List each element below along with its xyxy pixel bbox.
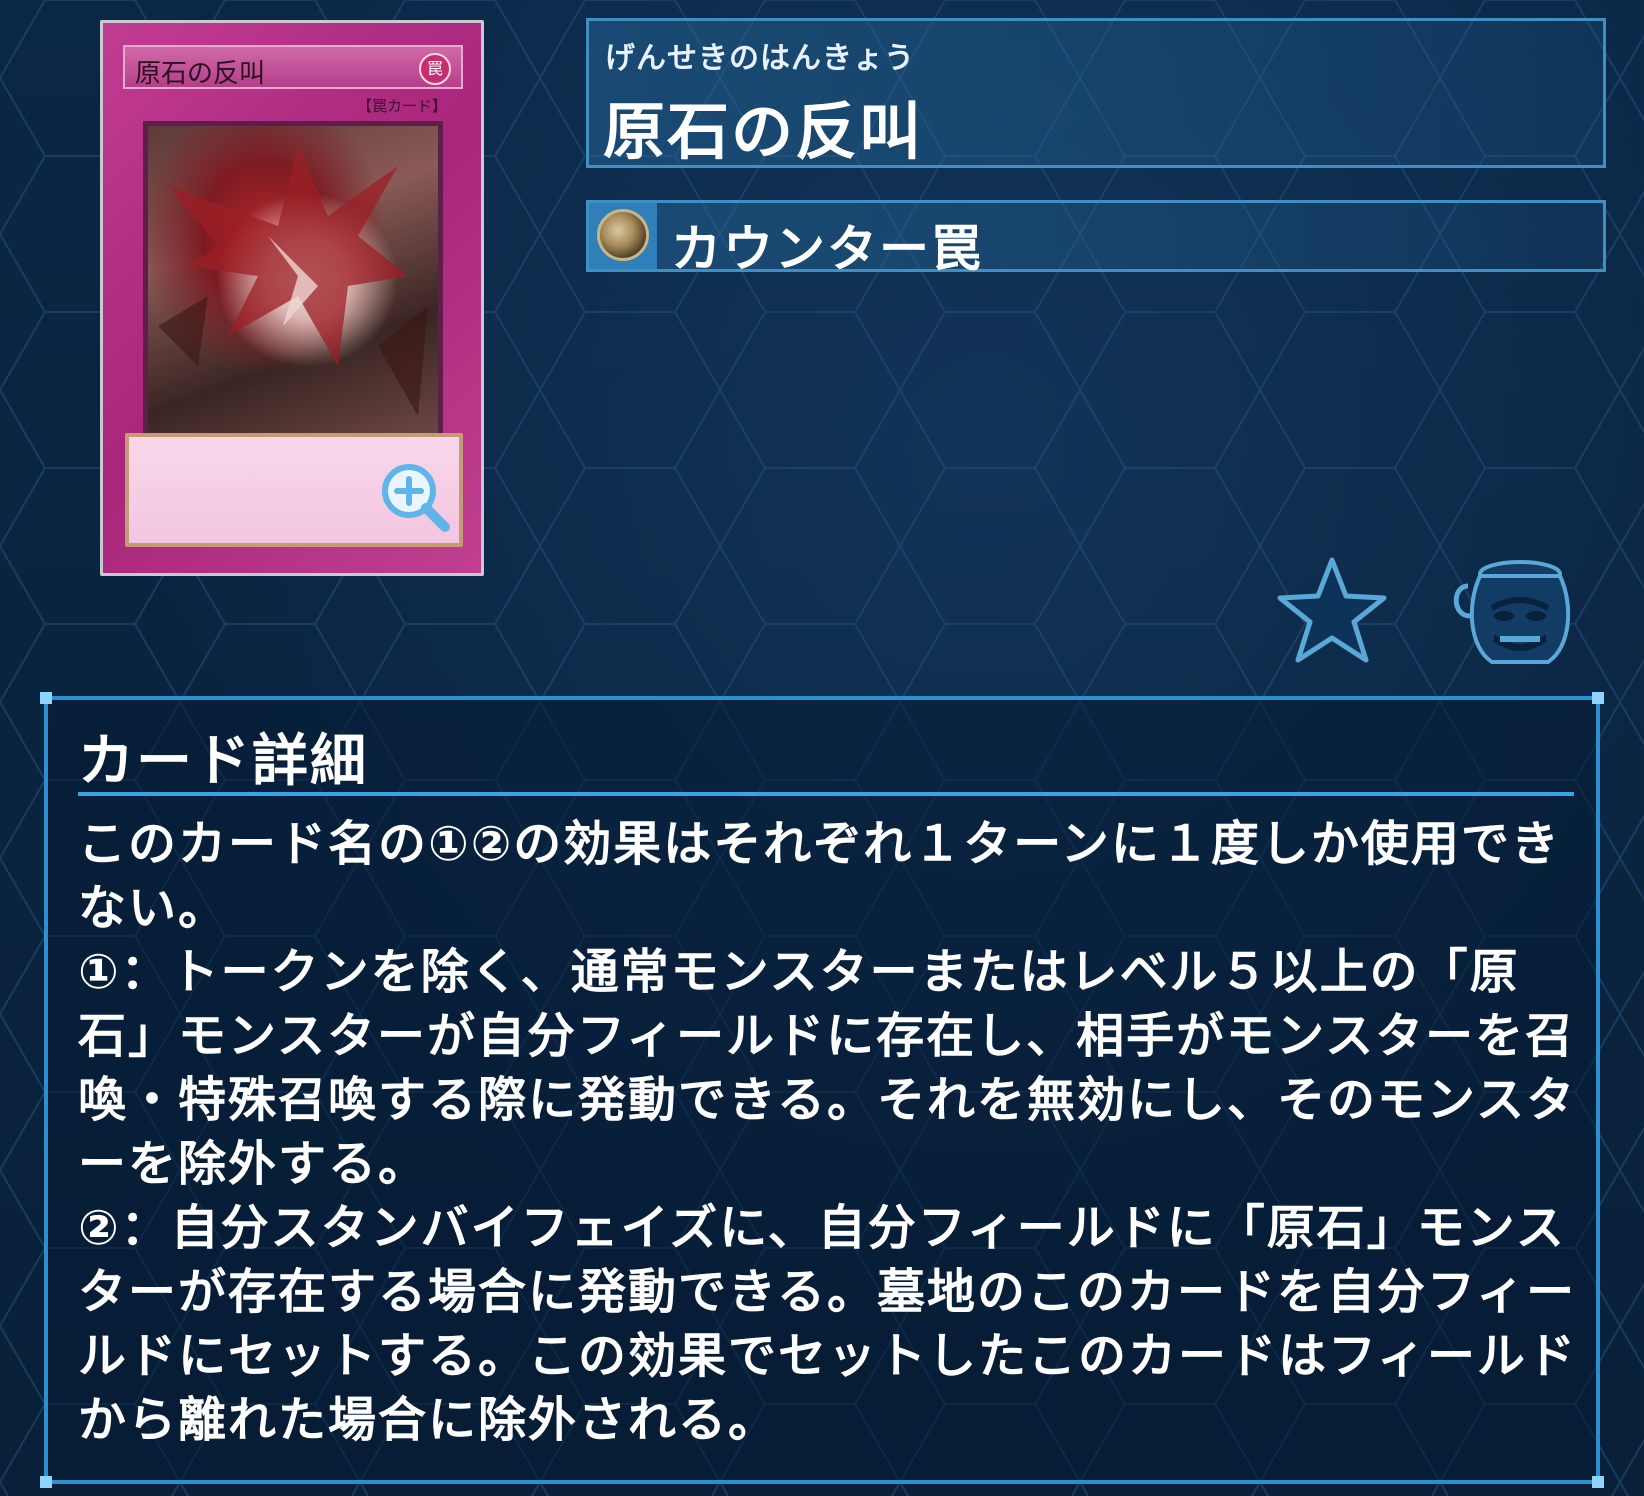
- divider: [78, 792, 1574, 796]
- card-name-panel: げんせきのはんきょう 原石の反叫: [586, 18, 1606, 168]
- card-printed-name: 原石の反叫: [135, 59, 266, 89]
- card-printed-type: 【罠カード】: [356, 97, 447, 115]
- detail-heading: カード詳細: [78, 729, 368, 794]
- card-artwork: [143, 121, 443, 439]
- card-name-ruby: げんせきのはんきょう: [605, 41, 915, 76]
- panel-corner: [1592, 692, 1604, 704]
- card-detail-panel: カード詳細 このカード名の①②の効果はそれぞれ１ターンに１度しか使用できない。 …: [40, 692, 1604, 1488]
- card-type-label: カウンター罠: [671, 220, 983, 278]
- card-name-bar: 原石の反叫 罠: [123, 45, 463, 89]
- card-name: 原石の反叫: [603, 95, 924, 168]
- card-text-box: [125, 433, 463, 547]
- panel-corner: [40, 1476, 52, 1488]
- star-icon[interactable]: [1274, 556, 1390, 666]
- card-type-panel: カウンター罠: [586, 200, 1606, 278]
- counter-trap-icon: [597, 209, 649, 261]
- card-effect-text: このカード名の①②の効果はそれぞれ１ターンに１度しか使用できない。 ①：トークン…: [78, 816, 1578, 1448]
- trap-attribute-icon: 罠: [419, 53, 451, 85]
- pot-of-greed-icon[interactable]: [1448, 556, 1582, 670]
- zoom-in-icon[interactable]: [377, 459, 451, 533]
- panel-corner: [1592, 1476, 1604, 1488]
- card-image[interactable]: 原石の反叫 罠 【罠カード】: [100, 20, 484, 576]
- type-icon-frame: [589, 203, 657, 269]
- panel-corner: [40, 692, 52, 704]
